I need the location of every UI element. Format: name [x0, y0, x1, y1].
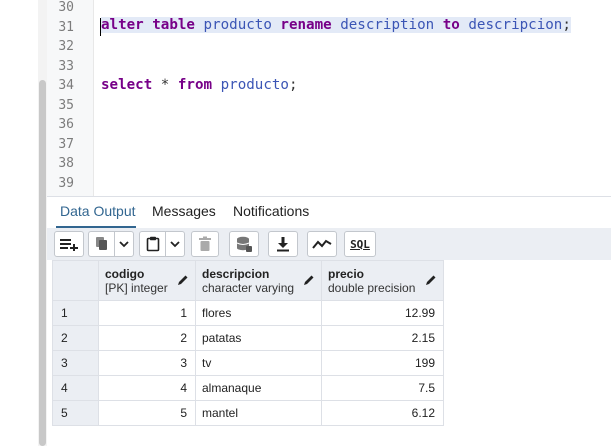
line-number: 39 [58, 175, 74, 191]
graph-icon [312, 239, 332, 249]
row-number[interactable]: 4 [52, 375, 99, 401]
paste-icon [146, 236, 159, 252]
edit-pencil-icon[interactable] [425, 274, 437, 286]
copy-button[interactable] [88, 231, 114, 257]
cell-codigo[interactable]: 5 [98, 400, 196, 426]
line-number: 34 [58, 78, 74, 93]
cell-precio[interactable]: 199 [321, 350, 444, 376]
edit-pencil-icon[interactable] [303, 274, 315, 286]
line-number: 36 [58, 117, 74, 132]
cell-codigo[interactable]: 4 [98, 375, 196, 401]
save-data-icon [236, 236, 252, 252]
page-margin [0, 0, 38, 446]
code-line-alter[interactable]: alter table producto rename description … [101, 17, 571, 33]
graph-visualiser-button[interactable] [307, 231, 337, 257]
download-icon [277, 237, 289, 252]
line-number: 31 [58, 19, 74, 35]
cell-descripcion[interactable]: almanaque [195, 375, 322, 401]
cell-descripcion[interactable]: flores [195, 300, 322, 326]
cell-codigo[interactable]: 2 [98, 325, 196, 351]
add-row-icon [60, 239, 78, 251]
cell-descripcion[interactable]: mantel [195, 400, 322, 426]
cell-codigo[interactable]: 3 [98, 350, 196, 376]
delete-icon [199, 236, 211, 251]
cell-precio[interactable]: 6.12 [321, 400, 444, 426]
line-number: 35 [58, 97, 74, 113]
sql-keyword: rename [280, 17, 332, 33]
download-button[interactable] [268, 231, 298, 257]
cell-precio[interactable]: 12.99 [321, 300, 444, 326]
result-grid: codigo [PK] integer descripcion characte… [52, 260, 444, 426]
sql-identifier: descripcion [468, 17, 563, 33]
table-row[interactable]: 2 2 patatas 2.15 [52, 325, 444, 351]
column-header[interactable]: descripcion character varying [195, 260, 322, 301]
tab-data-output[interactable]: Data Output [60, 203, 136, 219]
sql-identifier: producto [220, 77, 289, 93]
line-number: 38 [58, 156, 74, 171]
code-line-select[interactable]: select * from producto; [101, 77, 298, 93]
sql-icon: SQL [350, 237, 370, 251]
cell-codigo[interactable]: 1 [98, 300, 196, 326]
sql-keyword: from [177, 77, 213, 93]
text-cursor [100, 18, 101, 36]
table-row[interactable]: 3 3 tv 199 [52, 350, 444, 376]
data-output-toolbar: SQL [47, 228, 611, 260]
table-row[interactable]: 4 4 almanaque 7.5 [52, 375, 444, 401]
row-number[interactable]: 1 [52, 300, 99, 326]
table-row[interactable]: 1 1 flores 12.99 [52, 300, 444, 326]
sql-identifier: description [340, 17, 435, 33]
column-header[interactable]: codigo [PK] integer [98, 260, 196, 301]
cell-precio[interactable]: 2.15 [321, 325, 444, 351]
line-number: 33 [58, 58, 74, 74]
delete-button[interactable] [191, 231, 219, 257]
sql-star: * [160, 77, 170, 93]
sql-semicolon: ; [288, 77, 298, 93]
sql-keyword: to [442, 17, 460, 33]
cell-descripcion[interactable]: patatas [195, 325, 322, 351]
sql-keyword: select [101, 77, 153, 93]
tab-notifications[interactable]: Notifications [233, 203, 309, 219]
save-data-button[interactable] [229, 231, 259, 257]
chevron-down-icon [170, 241, 180, 248]
cell-descripcion[interactable]: tv [195, 350, 322, 376]
row-number[interactable]: 5 [52, 400, 99, 426]
sql-semicolon: ; [562, 17, 571, 33]
cell-precio[interactable]: 7.5 [321, 375, 444, 401]
line-number: 32 [58, 39, 74, 54]
line-number: 37 [58, 136, 74, 152]
result-tabs: Data Output Messages Notifications [47, 196, 611, 229]
chevron-down-icon [119, 241, 129, 248]
row-number[interactable]: 3 [52, 350, 99, 376]
paste-options-dropdown[interactable] [165, 231, 185, 257]
copy-icon [95, 237, 107, 250]
paste-button[interactable] [139, 231, 165, 257]
sql-editor[interactable]: 30 31 32 33 34 35 36 37 38 39 alter tabl… [47, 0, 611, 196]
sql-button[interactable]: SQL [344, 231, 376, 257]
column-header[interactable]: precio double precision [321, 260, 444, 301]
sql-identifier: producto [203, 17, 272, 33]
edit-pencil-icon[interactable] [177, 274, 189, 286]
copy-options-dropdown[interactable] [114, 231, 134, 257]
scrollbar-thumb[interactable] [39, 80, 46, 446]
line-number: 30 [58, 0, 74, 15]
grid-corner[interactable] [52, 260, 99, 301]
row-number[interactable]: 2 [52, 325, 99, 351]
add-row-button[interactable] [54, 231, 84, 257]
sql-keyword: table [152, 17, 195, 33]
table-row[interactable]: 5 5 mantel 6.12 [52, 400, 444, 426]
tab-messages[interactable]: Messages [152, 203, 216, 219]
sql-keyword: alter [101, 17, 144, 33]
